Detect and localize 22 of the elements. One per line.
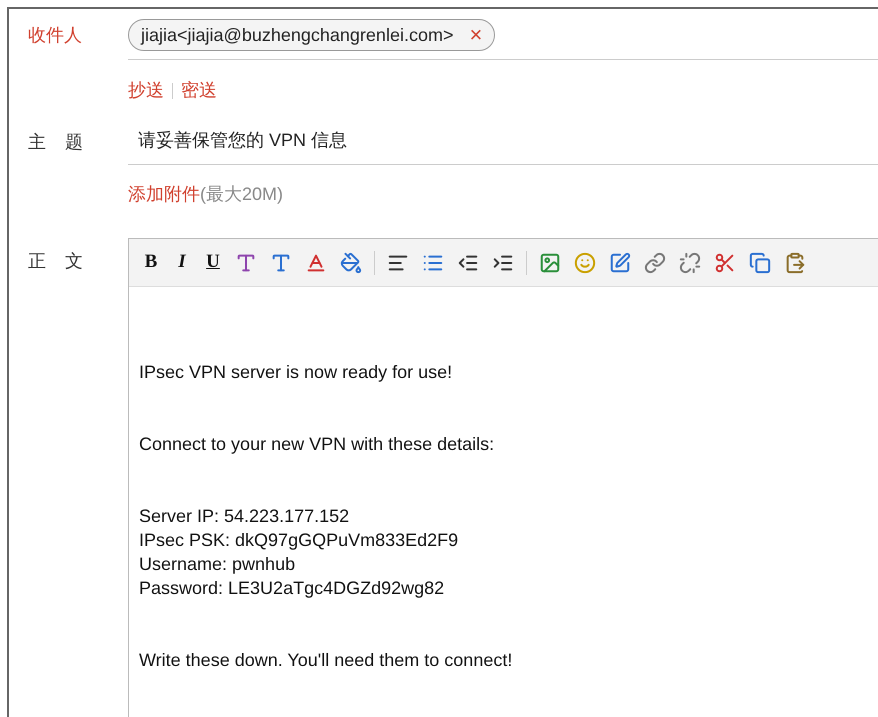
cc-link[interactable]: 抄送 xyxy=(128,77,164,104)
body-text: IPsec PSK: dkQ97gGQPuVm833Ed2F9 xyxy=(139,529,460,552)
body-label: 正 文 xyxy=(28,250,84,273)
bold-button[interactable]: B xyxy=(137,246,165,278)
remove-button[interactable]: × xyxy=(469,24,482,46)
body-text: Connect to your new VPN with these details: xyxy=(139,433,496,456)
body-text: Username: pwnhub xyxy=(139,553,296,576)
underline-button[interactable]: U xyxy=(199,246,227,278)
recipient-address: jiajia<jiajia@buzhengchangrenlei.com> xyxy=(141,24,454,47)
recipient-chip[interactable]: jiajia<jiajia@buzhengchangrenlei.com> × xyxy=(128,19,496,51)
italic-button[interactable]: I xyxy=(168,246,196,278)
subject-label: 主 题 xyxy=(28,131,84,154)
attach-link[interactable]: 添加附件 xyxy=(128,181,200,208)
body-text: Write these down. You'll need them to connect! xyxy=(139,649,514,672)
size-limit: (最大20M) xyxy=(200,183,284,206)
editor[interactable] xyxy=(128,238,878,717)
body-text: IPsec VPN server is now ready for use! xyxy=(139,361,454,384)
subject-field[interactable]: 请妥善保管您的 VPN 信息 xyxy=(128,127,878,165)
recipient-label: 收件人 xyxy=(28,24,83,47)
body-text: Password: LE3U2aTgc4DGZd92wg82 xyxy=(139,577,446,600)
body-text: Server IP: 54.223.177.152 xyxy=(139,505,350,528)
cc-link[interactable]: 密送 xyxy=(181,77,217,104)
